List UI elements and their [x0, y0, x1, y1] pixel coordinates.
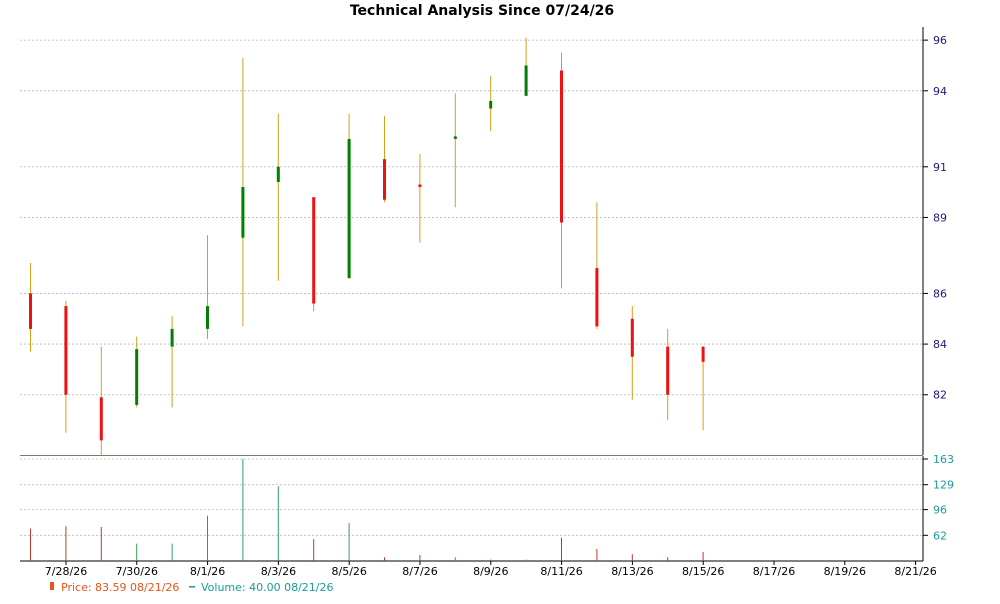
x-tick-label: 8/17/26	[753, 565, 795, 578]
volume-tick-label: 62	[933, 529, 947, 542]
volume-tick-label: 96	[933, 504, 947, 517]
candle-body	[206, 306, 209, 329]
x-tick-label: 8/5/26	[331, 565, 366, 578]
candle-body	[135, 349, 139, 405]
volume-layer	[30, 459, 704, 561]
candle-body	[418, 184, 422, 188]
candle-body	[383, 159, 386, 200]
chart-svg: Technical Analysis Since 07/24/26 82 84 86…	[20, 3, 954, 594]
price-tick-label: 91	[933, 161, 947, 174]
price-layer	[29, 37, 705, 456]
x-tick-label: 8/7/26	[402, 565, 437, 578]
candle-body	[170, 328, 174, 347]
price-tick-label: 86	[933, 287, 947, 300]
candle-body	[312, 197, 316, 304]
volume-tick-label: 129	[933, 479, 954, 492]
candle-body	[453, 136, 457, 139]
candle-body	[524, 65, 528, 96]
x-tick-label: 7/30/26	[116, 565, 158, 578]
price-tick-label: 89	[933, 211, 947, 224]
candle-body	[276, 166, 280, 182]
price-tick-label: 82	[933, 389, 947, 402]
x-tick-label: 8/13/26	[611, 565, 653, 578]
x-tick-label: 8/3/26	[261, 565, 296, 578]
candle-body	[347, 138, 351, 279]
chart-title: Technical Analysis Since 07/24/26	[350, 3, 614, 19]
candle-body	[630, 318, 634, 357]
candle-body	[29, 293, 32, 329]
candle-body	[701, 346, 705, 362]
price-tick-label: 94	[933, 85, 947, 98]
axes-layer: 82 84 86 89 91 94 96 62 96 129 163 7/28/26 7/30/26 8/…	[20, 27, 954, 578]
x-tick-label: 8/19/26	[824, 565, 866, 578]
volume-tick-label: 163	[933, 453, 954, 466]
candle-body	[64, 306, 68, 395]
volume-legend-label: Volume: 40.00 08/21/26	[201, 581, 334, 594]
price-tick-label: 84	[933, 338, 947, 351]
price-legend-label: Price: 83.59 08/21/26	[61, 581, 179, 594]
price-legend-swatch	[50, 582, 54, 590]
x-tick-label: 8/15/26	[682, 565, 724, 578]
candle-body	[666, 346, 670, 395]
chart: Technical Analysis Since 07/24/26 82 84 86…	[0, 0, 1000, 600]
candle-body	[241, 187, 245, 238]
x-tick-label: 8/9/26	[473, 565, 508, 578]
volume-legend-swatch	[189, 586, 195, 588]
candle-body	[595, 268, 599, 327]
x-tick-label: 8/11/26	[540, 565, 582, 578]
x-tick-label: 7/28/26	[45, 565, 87, 578]
legend: Price: 83.59 08/21/26 Volume: 40.00 08/2…	[50, 581, 334, 594]
candle-body	[560, 70, 563, 223]
grid-layer	[20, 39, 923, 536]
x-tick-label: 8/21/26	[894, 565, 936, 578]
price-tick-label: 96	[933, 34, 947, 47]
x-tick-label: 8/1/26	[190, 565, 225, 578]
candle-body	[489, 100, 493, 109]
candle-body	[99, 397, 103, 441]
